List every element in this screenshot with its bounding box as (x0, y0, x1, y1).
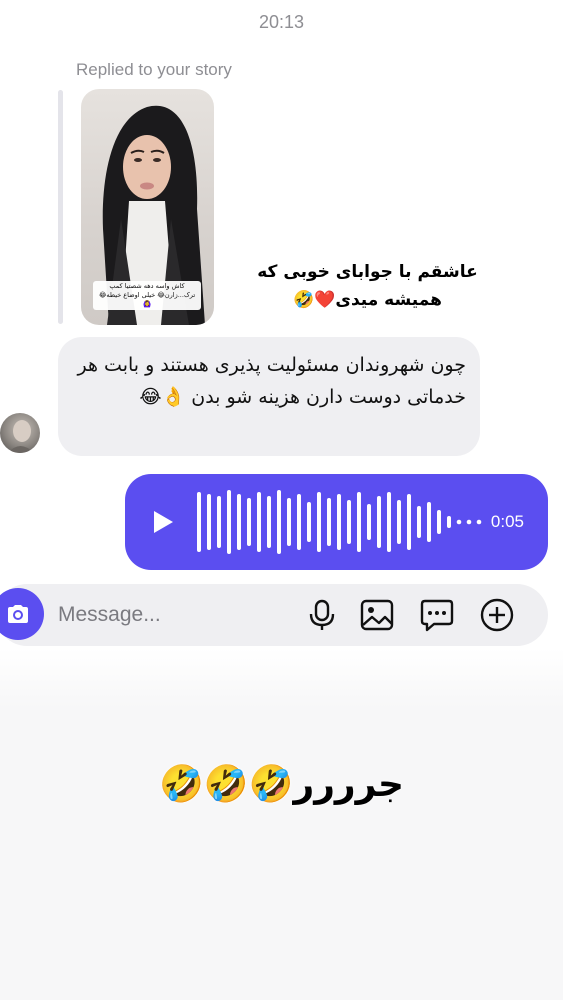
incoming-message-text: چون شهروندان مسئولیت پذیری هستند و بابت … (77, 354, 467, 408)
plus-circle-icon[interactable] (480, 598, 514, 632)
voice-waveform[interactable] (195, 488, 495, 556)
incoming-message-bubble[interactable]: چون شهروندان مسئولیت پذیری هستند و بابت … (58, 337, 480, 456)
empty-chat-area (0, 648, 563, 1000)
story-caption: کاش واسه دهه شصتیا کمپ ترک...زارن😂 خیلی … (93, 281, 201, 310)
story-thumbnail[interactable]: کاش واسه دهه شصتیا کمپ ترک...زارن😂 خیلی … (81, 89, 214, 325)
microphone-icon[interactable] (305, 598, 339, 632)
avatar-image (8, 420, 34, 453)
camera-button[interactable] (0, 588, 44, 640)
story-reply-message: عاشقم با جوابای خوبی که همیشه میدی❤️🤣 (257, 262, 478, 310)
replied-to-story-label: Replied to your story (76, 60, 232, 79)
message-timestamp: 20:13 (258, 12, 305, 32)
voice-message-bubble[interactable]: 0:05 (125, 474, 548, 570)
voice-duration: 0:05 (490, 512, 524, 531)
camera-icon (8, 605, 28, 623)
image-icon[interactable] (360, 598, 394, 632)
story-overlay-caption: جرررر🤣🤣🤣 (159, 764, 404, 805)
reply-indicator-bar (58, 90, 63, 324)
sender-avatar[interactable] (0, 413, 40, 453)
sticker-chat-icon[interactable] (420, 598, 454, 632)
play-icon[interactable] (151, 510, 175, 534)
message-input[interactable] (58, 599, 278, 631)
message-composer (0, 584, 548, 646)
